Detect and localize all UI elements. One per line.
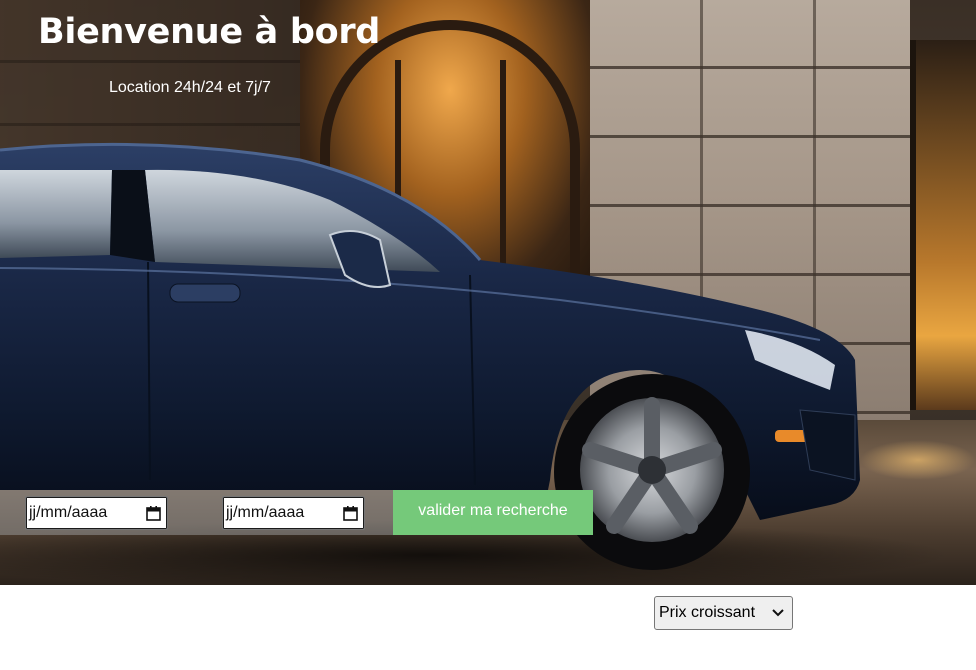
- end-date-value: jj/mm/aaaa: [226, 504, 305, 521]
- end-date-input[interactable]: jj/mm/aaaa: [222, 496, 365, 530]
- sort-selected-value: Prix croissant: [659, 604, 756, 621]
- sort-select[interactable]: Prix croissant: [654, 596, 793, 630]
- calendar-icon[interactable]: [142, 502, 164, 524]
- calendar-icon[interactable]: [339, 502, 361, 524]
- chevron-down-icon: [770, 605, 786, 621]
- page-subtitle: Location 24h/24 et 7j/7: [109, 79, 271, 96]
- page-title: Bienvenue à bord: [38, 12, 381, 52]
- start-date-input[interactable]: jj/mm/aaaa: [25, 496, 168, 530]
- submit-search-button[interactable]: valider ma recherche: [393, 490, 593, 535]
- start-date-value: jj/mm/aaaa: [29, 504, 108, 521]
